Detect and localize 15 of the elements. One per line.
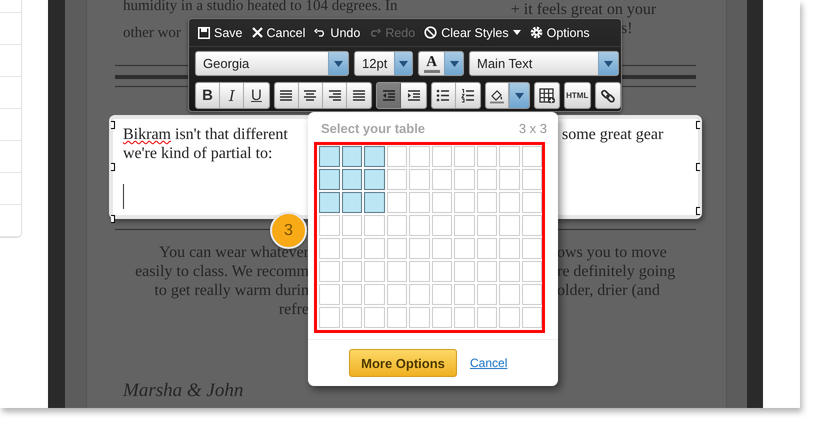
article-text: s!	[621, 20, 633, 37]
signature: Marsha & John	[122, 380, 244, 402]
article-text: other wor	[123, 25, 181, 41]
article-text: re definitely going	[557, 262, 676, 281]
editor-text: some great gear	[562, 125, 664, 144]
picker-title: Select your table	[321, 121, 426, 138]
article-text: easily to class. We recomm	[135, 262, 309, 281]
article-text: refre	[278, 300, 309, 319]
article-text: ows you to move	[557, 243, 667, 262]
table-size-label: 3 x 3	[518, 121, 547, 138]
article-text: + it feels great on your	[510, 1, 656, 18]
editor-text: we're kind of partial to:	[123, 145, 272, 162]
editor-text: Bikram isn't that different	[123, 126, 288, 143]
article-text: older, drier (and	[557, 281, 660, 300]
article-text: to get really warm durin	[154, 281, 309, 300]
